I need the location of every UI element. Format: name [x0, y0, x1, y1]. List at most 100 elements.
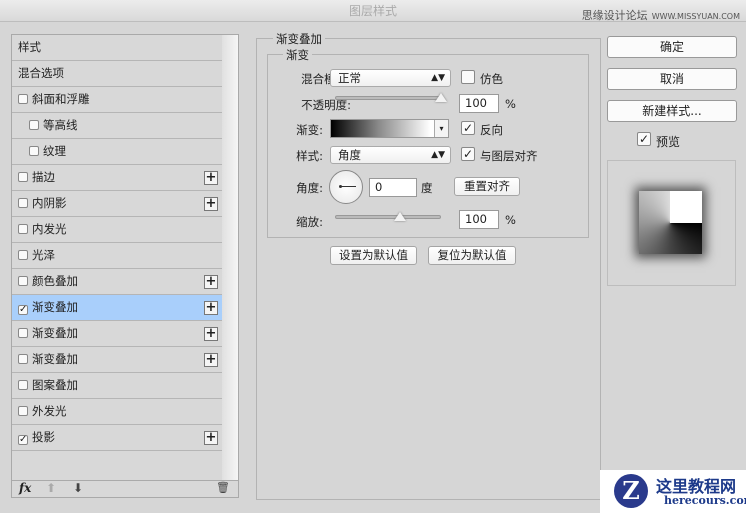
style-item-label: 纹理	[43, 144, 66, 158]
opacity-input[interactable]: 100	[459, 94, 499, 113]
logo-icon: Z	[614, 474, 648, 508]
style-item[interactable]: 混合选项	[12, 61, 222, 87]
dither-label: 仿色	[480, 72, 503, 86]
style-item-label: 渐变叠加	[32, 326, 78, 340]
style-item[interactable]: 光泽	[12, 243, 222, 269]
style-item[interactable]: 颜色叠加 +	[12, 269, 222, 295]
style-item-label: 等高线	[43, 118, 78, 132]
style-item-label: 内发光	[32, 222, 67, 236]
style-select[interactable]: 角度 ▲▼	[330, 146, 451, 164]
style-checkbox[interactable]	[18, 94, 28, 104]
add-icon[interactable]: +	[204, 171, 218, 185]
align-label: 与图层对齐	[480, 149, 538, 163]
reset-default-button[interactable]: 复位为默认值	[428, 246, 516, 265]
preview-checkbox[interactable]: ✓	[637, 132, 651, 146]
ok-button[interactable]: 确定	[607, 36, 737, 58]
gradient-picker[interactable]: ▾	[330, 119, 449, 138]
style-item-label: 光泽	[32, 248, 55, 262]
style-checkbox[interactable]: ✓	[18, 305, 28, 315]
add-icon[interactable]: +	[204, 301, 218, 315]
align-checkbox[interactable]: ✓	[461, 147, 475, 161]
angle-label: 角度:	[296, 181, 323, 195]
style-item[interactable]: 斜面和浮雕	[12, 87, 222, 113]
angle-input[interactable]: 0	[369, 178, 417, 197]
style-checkbox[interactable]	[18, 276, 28, 286]
title-bar: 图层样式 思缘设计论坛 WWW.MISSYUAN.COM	[0, 0, 746, 22]
updown-icon: ▲▼	[431, 150, 445, 160]
style-item[interactable]: 渐变叠加 +	[12, 347, 222, 373]
reset-align-button[interactable]: 重置对齐	[454, 177, 520, 196]
style-item[interactable]: 等高线	[12, 113, 222, 139]
style-item-label: 外发光	[32, 404, 67, 418]
reverse-checkbox[interactable]: ✓	[461, 121, 475, 135]
style-item[interactable]: 样式	[12, 35, 222, 61]
preview-label: 预览	[656, 135, 681, 149]
add-icon[interactable]: +	[204, 431, 218, 445]
window-title: 图层样式	[348, 4, 397, 18]
style-checkbox[interactable]: ✓	[18, 435, 28, 445]
make-default-button[interactable]: 设置为默认值	[330, 246, 417, 265]
style-checkbox[interactable]	[18, 328, 28, 338]
style-checkbox[interactable]	[29, 146, 39, 156]
blend-mode-select[interactable]: 正常 ▲▼	[330, 69, 451, 87]
trash-icon[interactable]: 🗑	[216, 481, 230, 494]
preview-thumbnail	[607, 160, 736, 286]
style-item-label: 图案叠加	[32, 378, 78, 392]
style-checkbox[interactable]	[18, 224, 28, 234]
scale-slider[interactable]	[335, 212, 441, 221]
style-item-label: 内阴影	[32, 196, 67, 210]
add-icon[interactable]: +	[204, 197, 218, 211]
style-item-label: 渐变叠加	[32, 300, 78, 314]
style-item[interactable]: 内阴影 +	[12, 191, 222, 217]
styles-list-panel: 样式 混合选项 斜面和浮雕 等高线 纹理 描边 + 内阴影 + 内发光 光泽 颜色叠加 + ✓ 渐变叠加 + 渐…	[11, 34, 239, 498]
updown-icon: ▲▼	[431, 73, 445, 83]
style-checkbox[interactable]	[18, 250, 28, 260]
style-item-label: 渐变叠加	[32, 352, 78, 366]
style-checkbox[interactable]	[18, 198, 28, 208]
move-down-icon[interactable]: ⬇	[73, 481, 83, 495]
fx-button[interactable]: fx	[19, 481, 31, 495]
add-icon[interactable]: +	[204, 275, 218, 289]
degree-label: 度	[421, 181, 433, 195]
style-item[interactable]: 纹理	[12, 139, 222, 165]
style-checkbox[interactable]	[18, 406, 28, 416]
dropdown-icon: ▾	[434, 120, 448, 137]
watermark: 思缘设计论坛 WWW.MISSYUAN.COM	[581, 9, 740, 22]
style-checkbox[interactable]	[18, 172, 28, 182]
new-style-button[interactable]: 新建样式...	[607, 100, 737, 122]
reverse-label: 反向	[480, 123, 503, 137]
style-checkbox[interactable]	[18, 354, 28, 364]
style-item-label: 描边	[32, 170, 55, 184]
add-icon[interactable]: +	[204, 353, 218, 367]
style-item[interactable]: 图案叠加	[12, 373, 222, 399]
cancel-button[interactable]: 取消	[607, 68, 737, 90]
angle-dial[interactable]	[329, 170, 363, 204]
style-item-label: 投影	[32, 430, 55, 444]
scale-input[interactable]: 100	[459, 210, 499, 229]
dither-checkbox[interactable]	[461, 70, 475, 84]
style-item[interactable]: ✓ 投影 +	[12, 425, 222, 451]
opacity-slider[interactable]	[335, 93, 447, 102]
percent-label: %	[505, 213, 516, 227]
site-logo: Z 这里教程网 herecours.com	[600, 470, 746, 513]
move-up-icon[interactable]: ⬆	[46, 481, 56, 495]
add-icon[interactable]: +	[204, 327, 218, 341]
scrollbar[interactable]	[222, 35, 238, 481]
gradient-label: 渐变:	[296, 123, 323, 137]
style-item[interactable]: 描边 +	[12, 165, 222, 191]
panel-title: 渐变叠加	[273, 31, 325, 47]
style-item[interactable]: 外发光	[12, 399, 222, 425]
style-checkbox[interactable]	[18, 380, 28, 390]
logo-url: herecours.com	[664, 494, 746, 507]
style-item[interactable]: ✓ 渐变叠加 +	[12, 295, 222, 321]
style-item-label: 样式	[18, 40, 41, 54]
scale-label: 缩放:	[296, 215, 323, 229]
style-item-label: 颜色叠加	[32, 274, 78, 288]
style-item[interactable]: 内发光	[12, 217, 222, 243]
style-item[interactable]: 渐变叠加 +	[12, 321, 222, 347]
styles-toolbar: fx ⬆ ⬇ 🗑	[12, 480, 238, 497]
style-item-label: 斜面和浮雕	[32, 92, 90, 106]
percent-label: %	[505, 97, 516, 111]
group-title: 渐变	[283, 47, 312, 63]
style-checkbox[interactable]	[29, 120, 39, 130]
